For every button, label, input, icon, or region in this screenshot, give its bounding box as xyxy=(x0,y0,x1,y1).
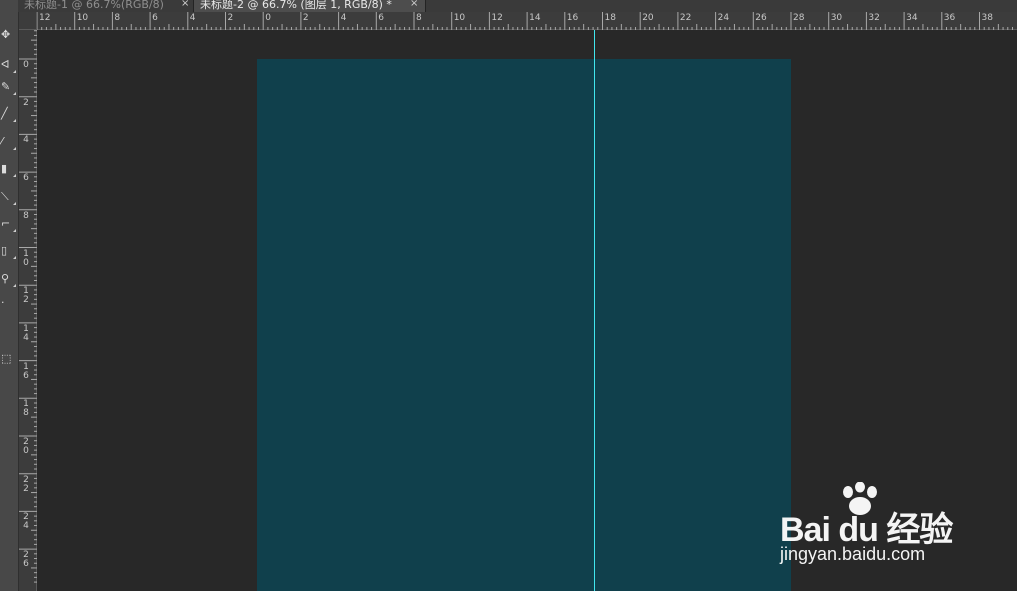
ruler-label: 26 xyxy=(23,550,29,570)
ruler-label: 4 xyxy=(340,13,347,23)
flyout-triangle-icon xyxy=(13,202,16,205)
tab-untitled-1[interactable]: 未标题-1 @ 66.7%(RGB/8) × xyxy=(18,0,194,12)
ruler-label: 8 xyxy=(416,13,422,23)
quick-mask-button-icon[interactable]: ⬚ xyxy=(0,348,18,370)
vertical-ruler[interactable]: 0 2 4 6 8 10 12 14 16 18 20 22 24 26 xyxy=(19,30,37,591)
ruler-label: 0 xyxy=(265,13,271,23)
tab-label: 未标题-2 @ 66.7% (图层 1, RGB/8) * xyxy=(200,0,392,11)
path-selection-tool-icon[interactable]: ⌐ xyxy=(0,213,18,235)
tools-panel: ✥ ᐊ ✎ ╱ ⁄ ▮ ⟍ ⌐ ▯ ⚲ · ⬚ xyxy=(0,0,19,591)
ruler-label: 8 xyxy=(23,210,29,221)
flyout-triangle-icon xyxy=(13,119,16,122)
eraser-tool-icon[interactable]: ▮ xyxy=(0,158,18,180)
ruler-label: 24 xyxy=(717,13,730,23)
edit-toolbar-button-icon[interactable]: · xyxy=(0,292,18,314)
ruler-label: 16 xyxy=(566,13,579,23)
ruler-label: 10 xyxy=(76,13,89,23)
ruler-label: 2 xyxy=(227,13,234,23)
ruler-label: 38 xyxy=(981,13,993,23)
document-tab-bar: 未标题-1 @ 66.7%(RGB/8) × 未标题-2 @ 66.7% (图层… xyxy=(18,0,1017,12)
history-brush-tool-icon[interactable]: ⁄ xyxy=(0,131,18,153)
ruler-label: 22 xyxy=(679,13,692,23)
tab-label: 未标题-1 @ 66.7%(RGB/8) xyxy=(24,0,164,11)
ruler-label: 30 xyxy=(830,13,843,23)
horizontal-ruler[interactable]: 12 10 8 6 4 2 0 2 4 6 8 10 12 14 16 18 20 22 24 26 28 30 32 34 3… xyxy=(37,12,1017,30)
flyout-triangle-icon xyxy=(13,284,16,287)
flyout-triangle-icon xyxy=(13,70,16,73)
ruler-label: 10 xyxy=(23,248,29,268)
ruler-label: 26 xyxy=(755,13,767,23)
ruler-label: 18 xyxy=(604,13,616,23)
ruler-label: 32 xyxy=(868,13,880,23)
ruler-label: 18 xyxy=(23,399,29,419)
brush-tool-icon[interactable]: ✎ xyxy=(0,76,18,98)
ruler-label: 8 xyxy=(114,13,121,23)
flyout-triangle-icon xyxy=(13,147,16,150)
ruler-label: 28 xyxy=(793,13,805,23)
ruler-label: 36 xyxy=(943,13,956,23)
ruler-label: 14 xyxy=(23,323,29,343)
dodge-tool-icon[interactable]: ⟍ xyxy=(0,186,18,208)
ruler-label: 12 xyxy=(39,13,51,23)
close-icon[interactable]: × xyxy=(181,0,189,9)
ruler-label: 6 xyxy=(378,13,385,23)
ruler-label: 22 xyxy=(23,474,29,494)
pencil-tool-icon[interactable]: ╱ xyxy=(0,103,18,125)
ruler-label: 0 xyxy=(23,60,29,70)
flyout-triangle-icon xyxy=(13,92,16,95)
vertical-guide[interactable] xyxy=(594,30,595,591)
close-icon[interactable]: × xyxy=(410,0,418,9)
ruler-label: 12 xyxy=(23,286,29,306)
rectangle-tool-icon[interactable]: ▯ xyxy=(0,240,18,262)
ruler-label: 24 xyxy=(23,512,29,532)
ruler-label: 2 xyxy=(23,97,29,108)
lasso-tool-icon[interactable]: ᐊ xyxy=(0,54,18,76)
flyout-triangle-icon xyxy=(13,229,16,232)
ruler-label: 4 xyxy=(189,13,196,23)
baidu-jingyan-watermark: Bai du 经验 jingyan.baidu.com xyxy=(780,482,980,582)
ruler-label: 10 xyxy=(453,13,466,23)
document-canvas[interactable] xyxy=(257,59,791,591)
ruler-label: 12 xyxy=(491,13,503,23)
ruler-label: 6 xyxy=(152,13,158,23)
ruler-label: 6 xyxy=(23,173,29,184)
ruler-label: 14 xyxy=(529,13,541,23)
ruler-label: 20 xyxy=(23,437,29,456)
zoom-tool-icon[interactable]: ⚲ xyxy=(0,268,18,290)
ruler-label: 2 xyxy=(302,13,309,23)
flyout-triangle-icon xyxy=(13,174,16,177)
watermark-url: jingyan.baidu.com xyxy=(780,544,926,564)
ruler-origin[interactable] xyxy=(19,12,37,30)
move-tool-icon[interactable]: ✥ xyxy=(0,24,18,46)
flyout-triangle-icon xyxy=(13,256,16,259)
ruler-label: 16 xyxy=(23,361,29,381)
ruler-label: 34 xyxy=(906,13,918,23)
tab-untitled-2[interactable]: 未标题-2 @ 66.7% (图层 1, RGB/8) * × xyxy=(194,0,426,12)
ruler-label: 4 xyxy=(23,135,29,146)
ruler-label: 20 xyxy=(642,13,654,23)
